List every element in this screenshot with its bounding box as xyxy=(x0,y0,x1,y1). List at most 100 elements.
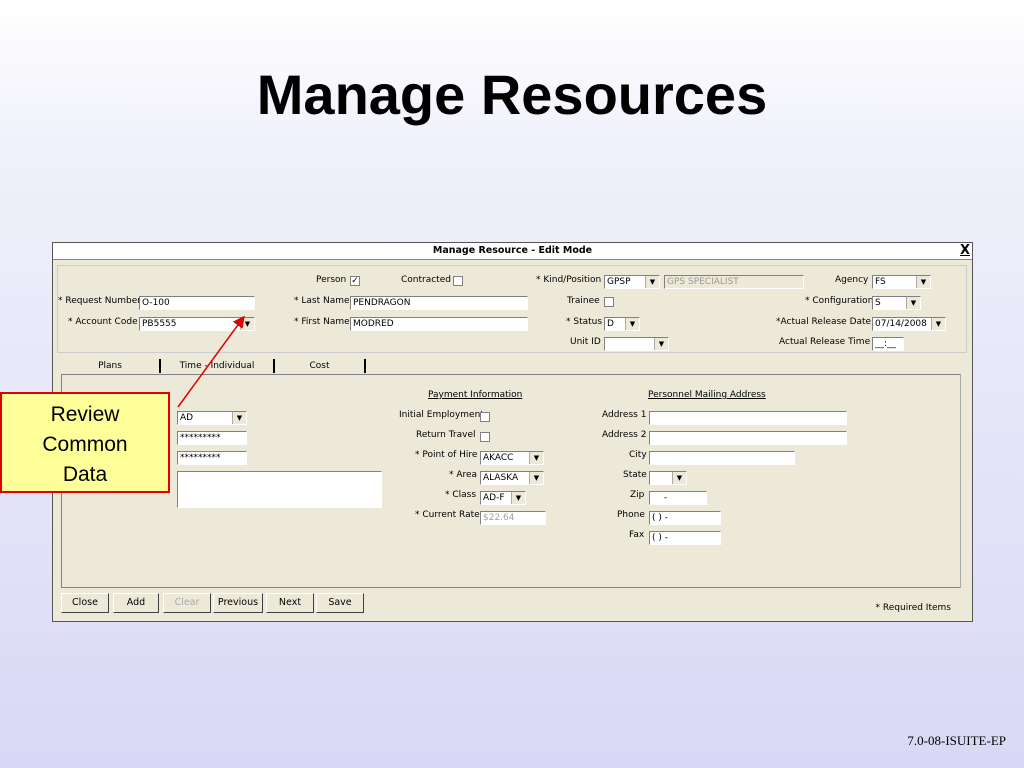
chevron-down-icon[interactable]: ▼ xyxy=(916,276,930,288)
next-button[interactable]: Next xyxy=(266,593,314,613)
resource-header-panel: Person ✓ Contracted * Kind/Position GPSP… xyxy=(57,265,967,353)
point-of-hire-value: AKACC xyxy=(483,453,514,463)
chevron-down-icon[interactable]: ▼ xyxy=(511,492,525,504)
slide-footer: 7.0-08-ISUITE-EP xyxy=(907,733,1006,748)
last-name-input[interactable]: PENDRAGON xyxy=(350,296,528,310)
chevron-down-icon[interactable]: ▼ xyxy=(645,276,659,288)
return-travel-checkbox[interactable] xyxy=(480,432,490,442)
previous-button[interactable]: Previous xyxy=(213,593,263,613)
callout-line-1: Review xyxy=(50,403,120,426)
account-code-select[interactable]: PB5555 ▼ xyxy=(139,317,255,331)
person-checkbox[interactable]: ✓ xyxy=(350,276,360,286)
configuration-label: * Configuration xyxy=(805,296,874,306)
add-button[interactable]: Add xyxy=(113,593,159,613)
tab-time-individual[interactable]: Time - Individual xyxy=(161,359,275,373)
class-label: * Class xyxy=(445,490,477,500)
actual-release-date-select[interactable]: 07/14/2008 ▼ xyxy=(872,317,946,331)
initial-employment-label: Initial Employment xyxy=(399,410,484,420)
chevron-down-icon[interactable]: ▼ xyxy=(931,318,945,330)
chevron-down-icon[interactable]: ▼ xyxy=(240,318,254,330)
contracted-label: Contracted xyxy=(401,275,451,285)
fax-input[interactable]: ( ) - xyxy=(649,531,721,545)
address2-label: Address 2 xyxy=(602,430,647,440)
kind-position-label: * Kind/Position xyxy=(536,275,602,285)
masked-field-2[interactable]: ********* xyxy=(177,451,247,465)
tab-plans[interactable]: Plans xyxy=(61,359,161,373)
first-name-input[interactable]: MODRED xyxy=(350,317,528,331)
area-value: ALASKA xyxy=(483,473,519,483)
status-value: D xyxy=(607,319,614,329)
account-code-label: * Account Code xyxy=(68,317,138,327)
chevron-down-icon[interactable]: ▼ xyxy=(625,318,639,330)
class-select[interactable]: AD-F ▼ xyxy=(480,491,526,505)
review-common-data-callout: Review Common Data xyxy=(0,392,170,493)
last-name-label: * Last Name xyxy=(294,296,350,306)
actual-release-date-label: *Actual Release Date xyxy=(776,317,872,327)
agency-value: FS xyxy=(875,277,886,287)
hire-type-select[interactable]: AD ▼ xyxy=(177,411,247,425)
current-rate-input[interactable]: $22.64 xyxy=(480,511,546,525)
payment-info-header: Payment Information xyxy=(428,390,523,400)
chevron-down-icon[interactable]: ▼ xyxy=(672,472,686,484)
state-select[interactable]: ▼ xyxy=(649,471,687,485)
chevron-down-icon[interactable]: ▼ xyxy=(232,412,246,424)
agency-label: Agency xyxy=(835,275,869,285)
status-select[interactable]: D ▼ xyxy=(604,317,640,331)
request-number-input[interactable]: O-100 xyxy=(139,296,255,310)
address1-input[interactable] xyxy=(649,411,847,425)
tab-cost[interactable]: Cost xyxy=(275,359,366,373)
current-rate-label: * Current Rate xyxy=(415,510,480,520)
trainee-checkbox[interactable] xyxy=(604,297,614,307)
chevron-down-icon[interactable]: ▼ xyxy=(654,338,668,350)
point-of-hire-select[interactable]: AKACC ▼ xyxy=(480,451,544,465)
callout-line-3: Data xyxy=(62,463,108,486)
chevron-down-icon[interactable]: ▼ xyxy=(906,297,920,309)
kind-position-description: GPS SPECIALIST xyxy=(664,275,804,289)
contracted-checkbox[interactable] xyxy=(453,276,463,286)
manage-resource-window: Manage Resource - Edit Mode X Person ✓ C… xyxy=(52,242,973,622)
state-label: State xyxy=(623,470,647,480)
account-code-value: PB5555 xyxy=(142,319,177,329)
close-button[interactable]: Close xyxy=(61,593,109,613)
unit-id-select[interactable]: ▼ xyxy=(604,337,669,351)
kind-position-value: GPSP xyxy=(607,277,631,287)
chevron-down-icon[interactable]: ▼ xyxy=(529,452,543,464)
callout-line-2: Common xyxy=(42,433,128,456)
mailing-address-header: Personnel Mailing Address xyxy=(648,390,766,400)
city-label: City xyxy=(629,450,647,460)
tab-strip: Plans Time - Individual Cost xyxy=(61,359,966,373)
city-input[interactable] xyxy=(649,451,795,465)
area-label: * Area xyxy=(449,470,478,480)
zip-input[interactable]: - xyxy=(649,491,707,505)
clear-button[interactable]: Clear xyxy=(163,593,211,613)
masked-field-1[interactable]: ********* xyxy=(177,431,247,445)
request-number-label: * Request Number xyxy=(58,296,141,306)
configuration-value: S xyxy=(875,298,881,308)
point-of-hire-label: * Point of Hire xyxy=(415,450,478,460)
configuration-select[interactable]: S ▼ xyxy=(872,296,921,310)
initial-employment-checkbox[interactable] xyxy=(480,412,490,422)
status-label: * Status xyxy=(566,317,603,327)
save-button[interactable]: Save xyxy=(316,593,364,613)
phone-label: Phone xyxy=(617,510,645,520)
close-icon[interactable]: X xyxy=(960,243,970,258)
area-select[interactable]: ALASKA ▼ xyxy=(480,471,544,485)
address2-input[interactable] xyxy=(649,431,847,445)
phone-input[interactable]: ( ) - xyxy=(649,511,721,525)
return-travel-label: Return Travel xyxy=(416,430,476,440)
unit-id-label: Unit ID xyxy=(570,337,601,347)
required-items-note: * Required Items xyxy=(875,603,951,613)
actual-release-time-input[interactable]: __:__ xyxy=(872,337,904,351)
kind-position-select[interactable]: GPSP ▼ xyxy=(604,275,660,289)
hire-type-value: AD xyxy=(180,413,194,423)
first-name-label: * First Name xyxy=(294,317,350,327)
person-label: Person xyxy=(316,275,347,285)
zip-label: Zip xyxy=(630,490,645,500)
agency-select[interactable]: FS ▼ xyxy=(872,275,931,289)
notes-textarea[interactable] xyxy=(177,471,382,508)
chevron-down-icon[interactable]: ▼ xyxy=(529,472,543,484)
time-individual-panel: AD ▼ ********* ********* Payment Informa… xyxy=(61,374,961,588)
window-title: Manage Resource - Edit Mode xyxy=(53,243,972,260)
actual-release-time-label: Actual Release Time xyxy=(779,337,871,347)
actual-release-date-value: 07/14/2008 xyxy=(875,319,927,329)
